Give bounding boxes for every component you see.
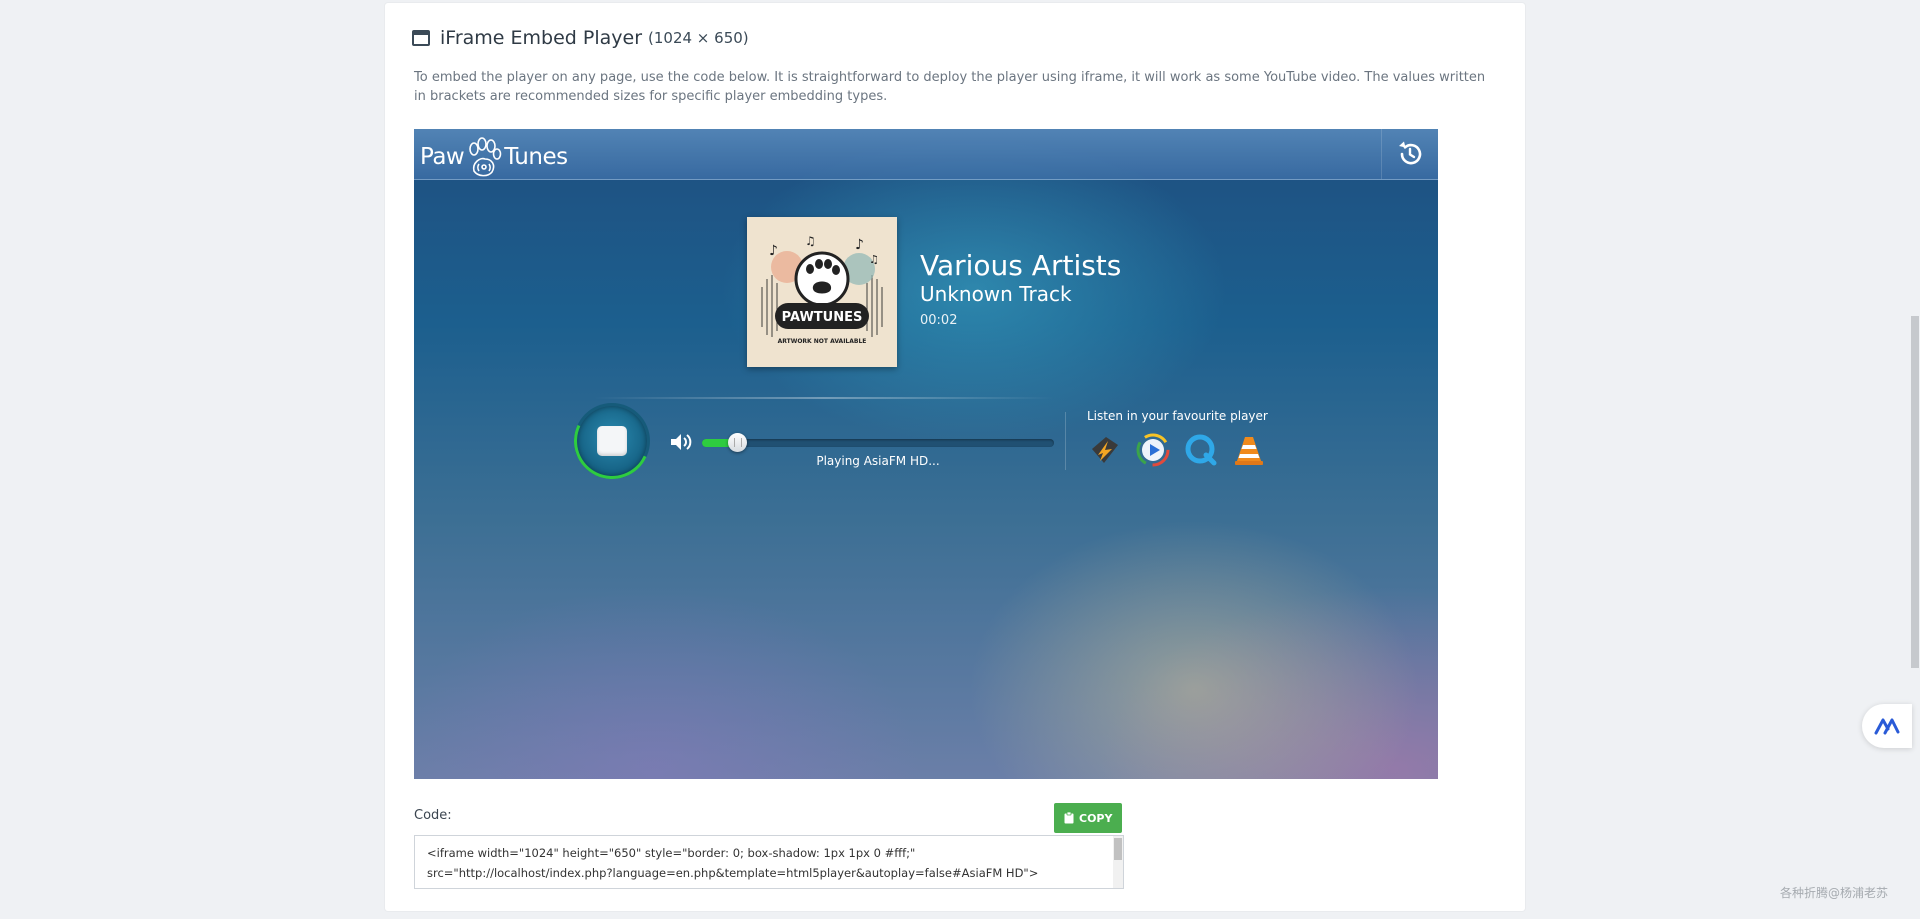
- copy-button[interactable]: COPY: [1054, 803, 1123, 833]
- track-name: Unknown Track: [920, 282, 1072, 306]
- pawtunes-logo: Paw Tunes: [420, 137, 568, 177]
- track-info: Various Artists Unknown Track 00:02: [920, 249, 1121, 328]
- page-scrollbar[interactable]: [1910, 0, 1920, 919]
- embed-code-text: <iframe width="1024" height="650" style=…: [427, 846, 1039, 888]
- copy-button-label: COPY: [1079, 811, 1113, 825]
- watermark: 各种折腾@杨浦老苏: [1780, 886, 1889, 900]
- controls-divider-glow: [594, 397, 1054, 399]
- windows-media-player-icon[interactable]: [1135, 432, 1171, 468]
- card-title: iFrame Embed Player (1024 × 650): [412, 27, 749, 49]
- svg-text:♪: ♪: [855, 237, 864, 253]
- svg-text:♫: ♫: [805, 234, 816, 248]
- elapsed-time: 00:02: [920, 313, 958, 328]
- controls-divider: [1065, 412, 1066, 470]
- embed-card: iFrame Embed Player (1024 × 650) To embe…: [385, 3, 1525, 911]
- stop-icon: [597, 426, 627, 456]
- embed-code-textarea[interactable]: <iframe width="1024" height="650" style=…: [414, 835, 1124, 889]
- card-title-text: iFrame Embed Player: [440, 27, 643, 49]
- clipboard-icon: [1064, 812, 1074, 824]
- volume-knob[interactable]: [728, 433, 748, 452]
- code-scrollbar[interactable]: [1113, 836, 1123, 888]
- quicktime-icon[interactable]: [1183, 432, 1219, 468]
- artist-name: Various Artists: [920, 249, 1122, 282]
- page-scrollbar-thumb[interactable]: [1911, 316, 1919, 668]
- player-header: Paw Tunes: [414, 129, 1438, 180]
- history-icon: [1399, 141, 1422, 165]
- playback-status: Playing AsiaFM HD...: [816, 454, 940, 468]
- volume-icon[interactable]: [669, 431, 693, 457]
- stop-button[interactable]: [563, 392, 661, 490]
- winamp-icon[interactable]: [1087, 432, 1123, 468]
- volume-slider[interactable]: [702, 433, 1054, 452]
- code-label: Code:: [414, 808, 452, 823]
- vlc-icon[interactable]: [1231, 432, 1267, 468]
- artwork-title-text: PAWTUNES: [782, 310, 863, 325]
- svg-text:♫: ♫: [869, 253, 879, 266]
- album-artwork: ♪ ♫ ♪ ♫ PAWTUNES ARTWORK NOT AVAILABLE: [747, 217, 897, 367]
- paw-logo-icon: [469, 137, 502, 177]
- assistant-logo-icon: [1874, 718, 1900, 735]
- svg-text:♪: ♪: [769, 243, 778, 259]
- listen-label: Listen in your favourite player: [1087, 409, 1268, 423]
- logo-text-right: Tunes: [504, 144, 568, 170]
- card-title-dimensions: (1024 × 650): [648, 29, 749, 47]
- artwork-image: ♪ ♫ ♪ ♫ PAWTUNES ARTWORK NOT AVAILABLE: [747, 217, 897, 367]
- card-description: To embed the player on any page, use the…: [414, 70, 1486, 104]
- floating-assistant-button[interactable]: [1862, 704, 1912, 748]
- browser-window-icon: [412, 30, 430, 46]
- logo-text-left: Paw: [420, 144, 465, 170]
- history-button[interactable]: [1381, 129, 1438, 179]
- artwork-subtitle-text: ARTWORK NOT AVAILABLE: [778, 338, 867, 345]
- external-players: [1087, 432, 1267, 468]
- embedded-player: Paw Tunes ♪ ♫ ♪ ♫ PAWTUNES ARTWORK NOT A…: [414, 129, 1438, 779]
